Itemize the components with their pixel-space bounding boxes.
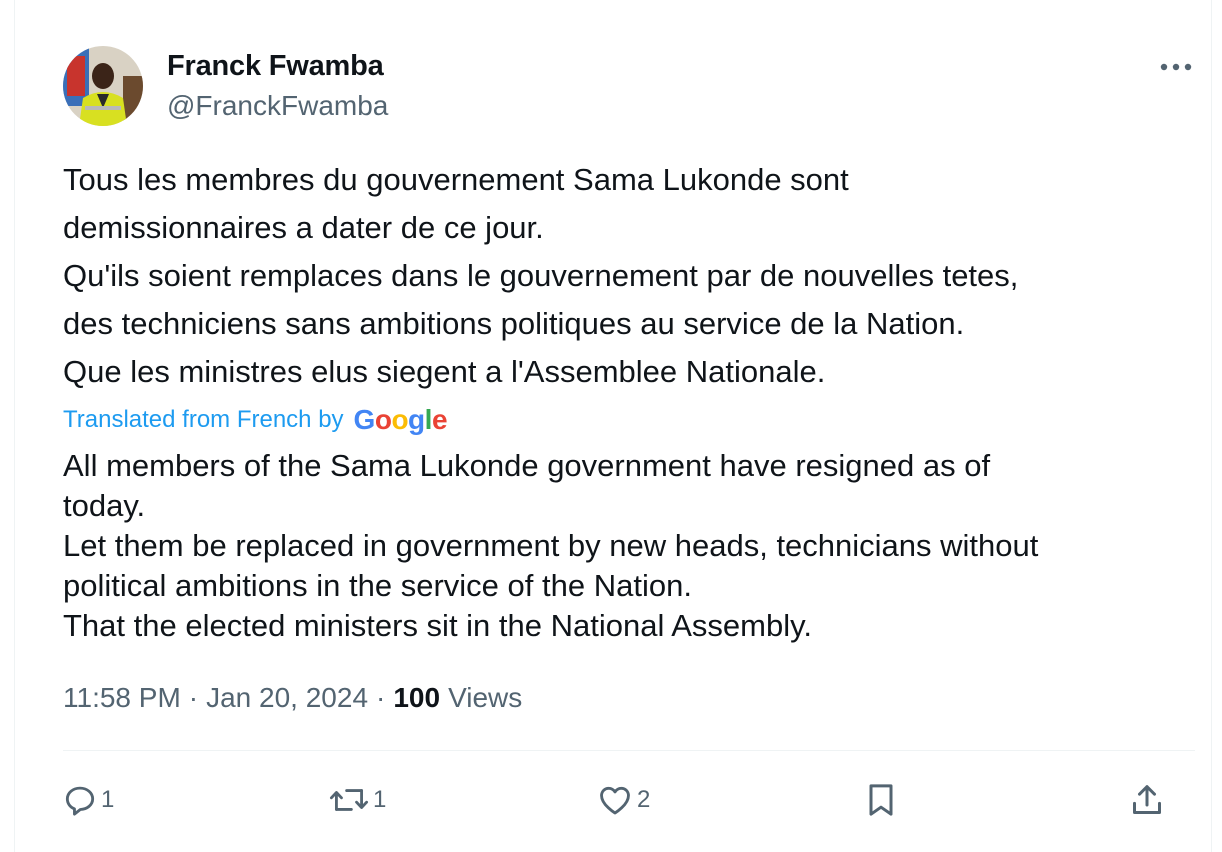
- tweet-text-line: Tous les membres du gouvernement Sama Lu…: [63, 162, 849, 197]
- like-count: 2: [637, 786, 651, 813]
- share-icon: [1133, 785, 1161, 814]
- reply-button[interactable]: 1: [61, 778, 114, 822]
- translated-text-line: All members of the Sama Lukonde governme…: [63, 448, 991, 483]
- avatar[interactable]: [63, 46, 143, 126]
- avatar-image: [63, 46, 143, 126]
- tweet-original-text: Tous les membres du gouvernement Sama Lu…: [63, 156, 1203, 396]
- share-button[interactable]: [1127, 778, 1167, 822]
- translated-text-line: political ambitions in the service of th…: [63, 568, 692, 603]
- reply-count: 1: [101, 786, 115, 813]
- reply-icon: [65, 786, 95, 816]
- like-button[interactable]: 2: [595, 778, 650, 822]
- translated-from-label[interactable]: Translated from French by: [63, 406, 344, 434]
- translated-text-line: That the elected ministers sit in the Na…: [63, 608, 812, 643]
- tweet-translated-text: All members of the Sama Lukonde governme…: [63, 446, 1203, 646]
- author-display-name[interactable]: Franck Fwamba: [167, 50, 384, 83]
- views-label[interactable]: Views: [448, 682, 522, 714]
- meta-separator: ·: [188, 682, 199, 713]
- bookmark-button[interactable]: [861, 778, 901, 822]
- retweet-button[interactable]: 1: [327, 778, 386, 822]
- tweet-date[interactable]: Jan 20, 2024: [206, 682, 368, 714]
- tweet-metadata: 11:58 PM · Jan 20, 2024 · 100 Views: [63, 678, 522, 718]
- tweet-text-line: Qu'ils soient remplaces dans le gouverne…: [63, 258, 1019, 293]
- retweet-icon: [329, 789, 369, 811]
- tweet-text-line: demissionnaires a dater de ce jour.: [63, 210, 544, 245]
- retweet-count: 1: [373, 786, 387, 813]
- translated-text-line: Let them be replaced in government by ne…: [63, 528, 1039, 563]
- tweet-time[interactable]: 11:58 PM: [63, 682, 181, 714]
- more-dots-icon: [1160, 63, 1192, 71]
- bookmark-icon: [869, 784, 893, 816]
- translated-text-line: today.: [63, 488, 146, 523]
- tweet-text-line: des techniciens sans ambitions politique…: [63, 306, 965, 341]
- google-logo: Google: [353, 404, 448, 435]
- divider: [63, 750, 1195, 751]
- tweet-card: Franck Fwamba @FranckFwamba Tous les mem…: [14, 0, 1212, 852]
- translation-attribution[interactable]: Translated from French by Google: [63, 402, 448, 438]
- views-count[interactable]: 100: [393, 682, 440, 714]
- tweet-text-line: Que les ministres elus siegent a l'Assem…: [63, 354, 826, 389]
- more-options-button[interactable]: [1151, 50, 1201, 84]
- meta-separator: ·: [376, 682, 386, 713]
- author-handle[interactable]: @FranckFwamba: [167, 90, 388, 122]
- heart-icon: [600, 786, 630, 815]
